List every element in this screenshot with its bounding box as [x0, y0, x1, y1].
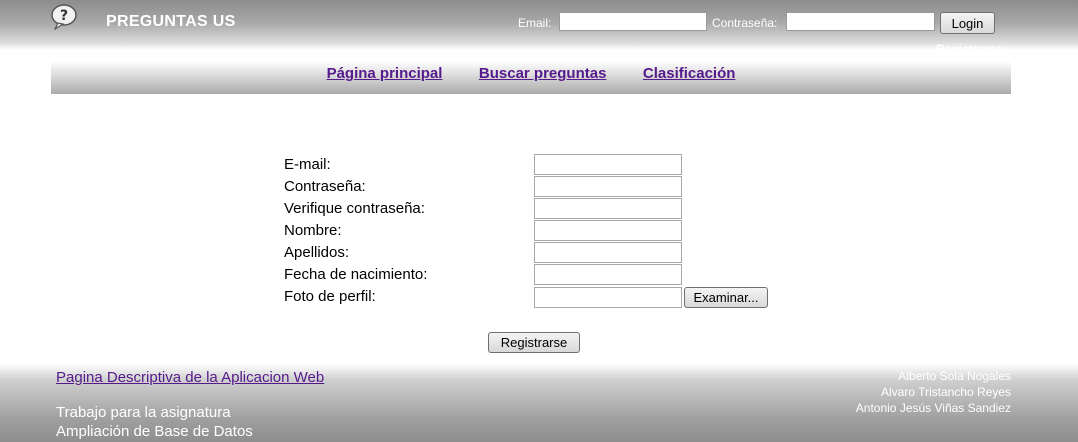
email-label: Email: [518, 16, 552, 30]
main-nav: Página principal Buscar preguntas Clasif… [51, 61, 1011, 94]
svg-text:?: ? [60, 8, 68, 24]
site-title: PREGUNTAS US [106, 13, 236, 30]
nav-item-ranking[interactable]: Clasificación [643, 65, 736, 82]
first-name-input[interactable] [534, 220, 682, 241]
footer: Pagina Descriptiva de la Aplicacion Web … [0, 364, 1078, 442]
verify-password-label: Verifique contraseña: [284, 200, 425, 217]
verify-password-input[interactable] [534, 198, 682, 219]
email-label: E-mail: [284, 156, 331, 173]
last-name-input[interactable] [534, 242, 682, 263]
speech-bubble-question-icon: ? [50, 2, 80, 31]
birth-date-input[interactable] [534, 264, 682, 285]
register-link[interactable]: Registrarse [936, 42, 1002, 50]
course-text: Trabajo para la asignatura [56, 404, 231, 421]
nav-item-home[interactable]: Página principal [327, 65, 443, 82]
author-name: Antonio Jesús Viñas Sandiez [855, 401, 1011, 415]
email-field[interactable] [559, 12, 707, 31]
password-label: Contraseña: [712, 16, 778, 30]
subject-text: Ampliación de Base de Datos [56, 423, 253, 440]
form-row-verify-password: Verifique contraseña: [284, 198, 774, 220]
form-row-first-name: Nombre: [284, 220, 774, 242]
register-email-input[interactable] [534, 154, 682, 175]
password-label: Contraseña: [284, 178, 366, 195]
form-row-birth-date: Fecha de nacimiento: [284, 264, 774, 286]
profile-photo-label: Foto de perfil: [284, 288, 376, 305]
form-row-profile-photo: Foto de perfil: Examinar... [284, 286, 774, 308]
author-name: Alvaro Tristancho Reyes [880, 385, 1011, 399]
password-field[interactable] [786, 12, 935, 31]
form-row-password: Contraseña: [284, 176, 774, 198]
authors-list: Alberto Sola Nogales Alvaro Tristancho R… [856, 368, 1011, 416]
register-password-input[interactable] [534, 176, 682, 197]
first-name-label: Nombre: [284, 222, 342, 239]
last-name-label: Apellidos: [284, 244, 350, 261]
app-description-link[interactable]: Pagina Descriptiva de la Aplicacion Web [56, 369, 324, 386]
form-row-last-name: Apellidos: [284, 242, 774, 264]
nav-item-search-questions[interactable]: Buscar preguntas [479, 65, 607, 82]
header-bar: ? PREGUNTAS US Email: Contraseña: Login [0, 0, 1078, 50]
author-name: Alberto Sola Nogales [898, 369, 1011, 383]
profile-photo-path-input[interactable] [534, 287, 682, 308]
login-button[interactable]: Login [940, 12, 995, 34]
registration-form: E-mail: Contraseña: Verifique contraseña… [284, 154, 774, 308]
browse-button[interactable]: Examinar... [684, 287, 768, 308]
birth-date-label: Fecha de nacimiento: [284, 266, 428, 283]
register-submit-button[interactable]: Registrarse [488, 332, 580, 353]
form-row-email: E-mail: [284, 154, 774, 176]
